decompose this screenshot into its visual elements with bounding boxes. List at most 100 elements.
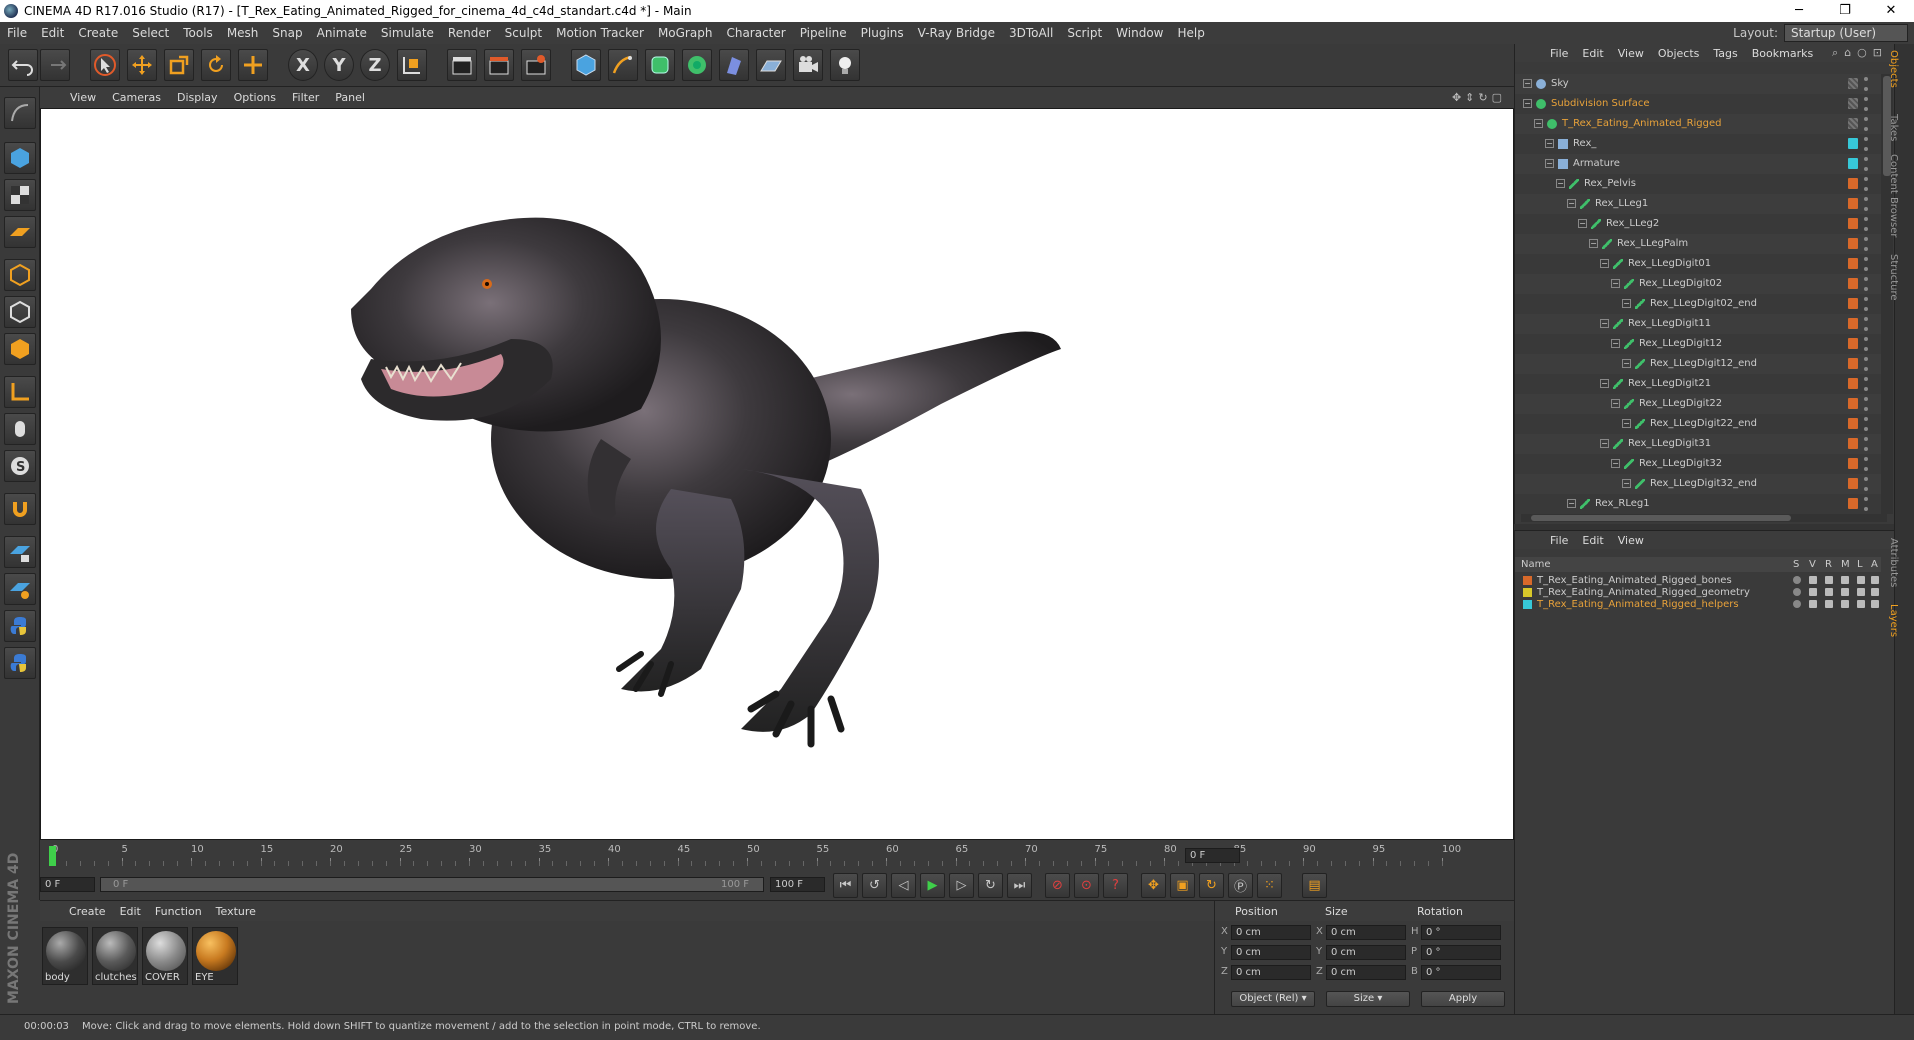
object-row[interactable]: − Rex_LLegDigit01 [1515,254,1881,274]
menu-character[interactable]: Character [719,22,792,44]
pos-y-field[interactable]: 0 cm [1231,945,1311,960]
editor-visibility-dot[interactable] [1864,77,1868,81]
render-view-button[interactable] [447,49,477,81]
layers-menu-view[interactable]: View [1611,534,1651,547]
menu-3dtoall[interactable]: 3DToAll [1002,22,1060,44]
object-row[interactable]: − Rex_LLegDigit22 [1515,394,1881,414]
key-rotation-button[interactable]: ↻ [1199,873,1224,898]
previous-key-button[interactable]: ↺ [862,873,887,898]
editor-visibility-dot[interactable] [1864,137,1868,141]
transform-tool-button[interactable] [238,49,268,81]
object-row[interactable]: − Rex_LLeg1 [1515,194,1881,214]
expand-toggle-icon[interactable]: − [1611,339,1620,348]
menu-window[interactable]: Window [1109,22,1170,44]
render-visibility-dot[interactable] [1864,427,1868,431]
visibility-dots[interactable] [1864,157,1868,171]
editor-visibility-dot[interactable] [1864,437,1868,441]
menu-select[interactable]: Select [125,22,176,44]
layer-color-tag[interactable] [1848,318,1858,329]
expand-toggle-icon[interactable]: − [1600,259,1609,268]
python-script-2-button[interactable] [4,647,36,679]
visibility-dots[interactable] [1864,377,1868,391]
layer-color-tag[interactable] [1848,358,1858,369]
material-menu-texture[interactable]: Texture [209,905,263,918]
layer-color-tag[interactable] [1848,398,1858,409]
magnet-button[interactable] [4,493,36,525]
size-x-field[interactable]: 0 cm [1326,925,1406,940]
editor-visibility-dot[interactable] [1864,337,1868,341]
visibility-dots[interactable] [1864,97,1868,111]
rot-h-field[interactable]: 0 ° [1421,925,1501,940]
editor-visibility-dot[interactable] [1864,417,1868,421]
editor-visibility-dot[interactable] [1864,97,1868,101]
editor-visibility-dot[interactable] [1864,297,1868,301]
render-visibility-dot[interactable] [1864,287,1868,291]
expand-toggle-icon[interactable]: − [1600,379,1609,388]
layer-flag-toggle[interactable] [1809,600,1817,608]
render-visibility-dot[interactable] [1864,127,1868,131]
render-visibility-dot[interactable] [1864,407,1868,411]
object-row[interactable]: − Rex_LLegDigit12 [1515,334,1881,354]
current-frame-field[interactable]: 0 F [1185,848,1240,863]
layer-color-tag[interactable] [1848,218,1858,229]
render-visibility-dot[interactable] [1864,507,1868,511]
menu-sculpt[interactable]: Sculpt [498,22,549,44]
menu-mesh[interactable]: Mesh [220,22,266,44]
objects-menu-objects[interactable]: Objects [1651,47,1707,60]
layer-color-tag[interactable] [1848,178,1858,189]
cube-object-button[interactable] [571,49,601,81]
layer-color-tag[interactable] [1848,498,1858,509]
layer-color-tag[interactable] [1848,298,1858,309]
key-scale-button[interactable]: ▣ [1170,873,1195,898]
render-visibility-dot[interactable] [1864,87,1868,91]
visibility-dots[interactable] [1864,237,1868,251]
cloner-button[interactable] [682,49,712,81]
layer-flag-toggle[interactable] [1871,600,1879,608]
menu-vray-bridge[interactable]: V-Ray Bridge [911,22,1002,44]
coordinate-mode-dropdown[interactable]: Object (Rel) ▾ [1231,991,1315,1007]
layer-flag-toggle[interactable] [1871,588,1879,596]
minimize-icon[interactable]: ─ [1776,0,1822,22]
redo-button[interactable] [40,49,70,81]
tab-takes[interactable]: Takes [1888,114,1899,141]
workplane-mode-button[interactable] [4,216,36,248]
visibility-dots[interactable] [1864,257,1868,271]
editor-visibility-dot[interactable] [1864,477,1868,481]
timeline-window-button[interactable]: ▤ [1302,873,1327,898]
apply-button[interactable]: Apply [1421,991,1505,1007]
layer-flag-toggle[interactable] [1841,600,1849,608]
render-visibility-dot[interactable] [1864,327,1868,331]
layer-color-tag[interactable] [1848,438,1858,449]
expand-toggle-icon[interactable]: − [1545,159,1554,168]
editor-visibility-dot[interactable] [1864,357,1868,361]
layer-color-tag[interactable] [1848,238,1858,249]
subdivision-surface-button[interactable] [645,49,675,81]
expand-toggle-icon[interactable]: − [1523,99,1532,108]
layer-flag-toggle[interactable] [1857,588,1865,596]
expand-toggle-icon[interactable]: − [1545,139,1554,148]
object-row[interactable]: − Rex_LLegDigit11 [1515,314,1881,334]
render-visibility-dot[interactable] [1864,387,1868,391]
material-menu-function[interactable]: Function [148,905,209,918]
scale-tool-button[interactable] [164,49,194,81]
menu-pipeline[interactable]: Pipeline [793,22,854,44]
object-row[interactable]: − Rex_LLegDigit22_end [1515,414,1881,434]
layer-flag-toggle[interactable] [1841,588,1849,596]
frame-range-slider[interactable]: 0 F 100 F [100,877,764,892]
pos-z-field[interactable]: 0 cm [1231,965,1311,980]
editor-visibility-dot[interactable] [1864,117,1868,121]
objects-menu-tags[interactable]: Tags [1706,47,1744,60]
objects-menu-edit[interactable]: Edit [1575,47,1610,60]
material-body[interactable]: body [42,927,88,985]
object-row[interactable]: − Rex_Pelvis [1515,174,1881,194]
viewport-menu-cameras[interactable]: Cameras [104,91,169,104]
menu-motion-tracker[interactable]: Motion Tracker [549,22,651,44]
layer-flag-toggle[interactable] [1809,588,1817,596]
key-pla-button[interactable]: ⁙ [1257,873,1282,898]
size-y-field[interactable]: 0 cm [1326,945,1406,960]
layer-color-tag[interactable] [1848,338,1858,349]
editor-visibility-dot[interactable] [1864,497,1868,501]
menu-file[interactable]: File [0,22,34,44]
visibility-dots[interactable] [1864,77,1868,91]
layer-flag-toggle[interactable] [1825,576,1833,584]
